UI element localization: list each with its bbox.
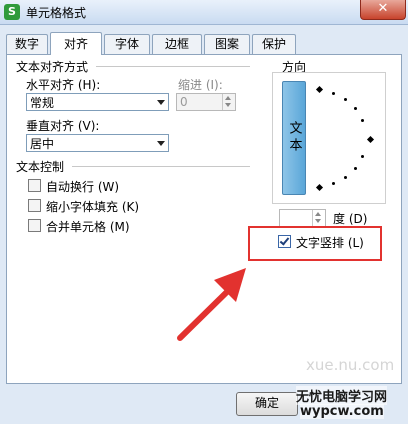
- watermark-faint: xue.nu.com: [306, 356, 395, 374]
- ok-button[interactable]: 确定: [236, 392, 298, 416]
- tab-alignment[interactable]: 对齐: [50, 32, 102, 55]
- watermark-url: wypcw.com: [300, 404, 384, 419]
- watermark-site: 无忧电脑学习网: [296, 386, 388, 405]
